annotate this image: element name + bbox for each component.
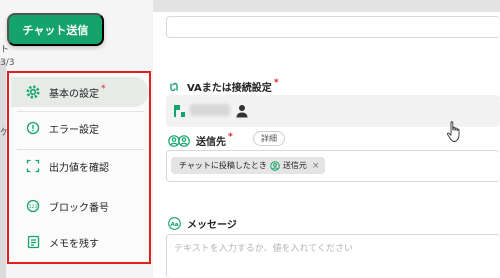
text-aa-icon: Aa (168, 217, 181, 230)
hand-cursor-icon (446, 120, 464, 148)
link-icon (168, 81, 180, 93)
svg-text:123: 123 (29, 204, 37, 209)
va-connection-text: VAまたは接続設定 (187, 83, 272, 94)
number-badge-icon: 123 (25, 198, 41, 214)
connector-logo-icon (172, 103, 186, 123)
menu-label: 基本の設定 (49, 88, 99, 100)
svg-text:Aa: Aa (170, 222, 178, 228)
destination-text: 送信先 (196, 137, 226, 148)
chip-remove-icon[interactable]: × (312, 161, 320, 171)
account-name-redacted (190, 104, 230, 116)
required-mark: * (273, 77, 279, 88)
menu-item-block-number[interactable]: 123 ブロック番号 (11, 191, 148, 221)
menu-item-check-output[interactable]: 出力値を確認 (11, 151, 148, 181)
message-placeholder: テキストを入力するか、値を入れてください (174, 244, 354, 254)
chat-send-button[interactable]: チャット送信 (7, 13, 104, 46)
top-input[interactable] (166, 16, 500, 38)
required-mark: * (228, 131, 233, 142)
left-edge (0, 60, 6, 278)
menu-divider (17, 149, 144, 150)
menu-divider (17, 111, 144, 112)
menu-label: エラー設定 (49, 124, 99, 136)
message-label: Aa メッセージ (168, 216, 237, 231)
chip-suffix: 送信元 (282, 161, 307, 170)
destination-label: 送信先 * (168, 131, 233, 148)
sidebar-fragment-1: ト (0, 45, 10, 55)
required-mark: * (101, 84, 106, 94)
sidebar-fragment-2: 3/3 (0, 58, 15, 68)
menu-label: メモを残す (49, 238, 99, 250)
menu-label: ブロック番号 (49, 202, 109, 214)
people-icon (168, 134, 190, 147)
destination-chip[interactable]: チャットに投稿したとき 送信元 × (171, 157, 326, 174)
menu-item-basic-settings[interactable]: 基本の設定 * (11, 77, 148, 107)
alert-circle-icon (25, 120, 41, 136)
detail-button[interactable]: 詳細 (253, 131, 285, 146)
people-small-icon (270, 160, 280, 171)
output-frame-icon (25, 158, 41, 174)
memo-icon (25, 234, 41, 250)
message-text: メッセージ (187, 220, 237, 231)
gear-icon (25, 84, 41, 100)
menu-item-error-settings[interactable]: エラー設定 (11, 113, 148, 143)
va-connection-label: VAまたは接続設定 * (168, 77, 279, 94)
settings-menu: 基本の設定 * エラー設定 出力値を確認 123 ブロック番号 メモを残す (7, 71, 151, 264)
menu-item-leave-memo[interactable]: メモを残す (11, 227, 148, 257)
chip-prefix: チャットに投稿したとき (179, 161, 267, 170)
app-window: ト 3/3 ケ チャット送信 基本の設定 * エラー設定 出力値を確認 123 … (0, 0, 500, 278)
menu-label: 出力値を確認 (49, 162, 109, 174)
user-icon (236, 103, 248, 122)
